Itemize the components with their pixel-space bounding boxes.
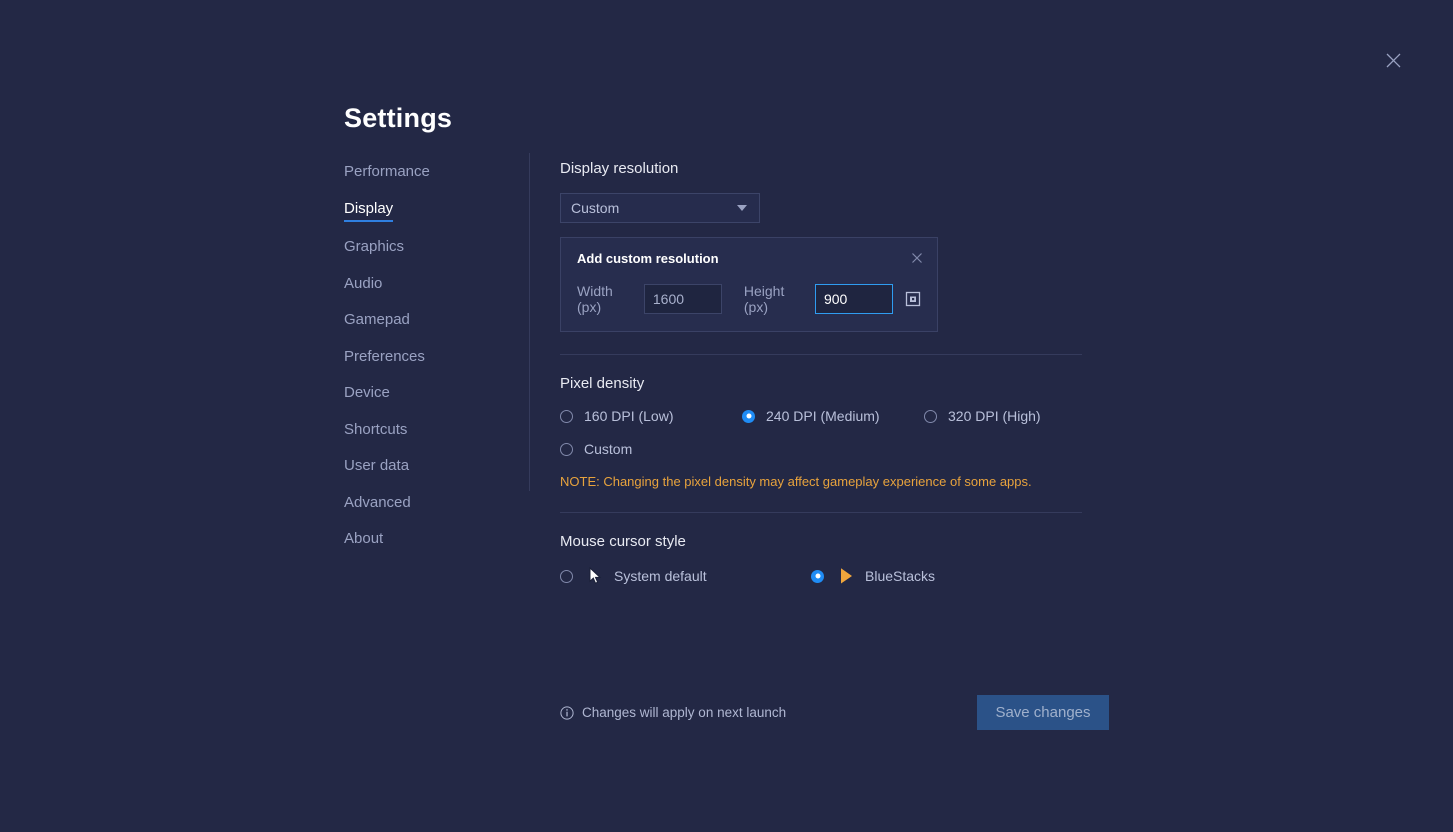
add-custom-resolution-panel: Add custom resolution Width (px) Height …: [560, 237, 938, 332]
sidebar-item-audio[interactable]: Audio: [344, 275, 382, 295]
radio-indicator: [560, 443, 573, 456]
custom-resolution-fields: Width (px) Height (px): [577, 283, 921, 315]
radio-indicator: [811, 570, 824, 583]
settings-footer: Changes will apply on next launch Save c…: [560, 695, 1109, 730]
radio-160-dpi[interactable]: 160 DPI (Low): [560, 408, 742, 424]
radio-240-dpi[interactable]: 240 DPI (Medium): [742, 408, 924, 424]
radio-indicator: [742, 410, 755, 423]
radio-label: 240 DPI (Medium): [766, 408, 880, 424]
footer-note-text: Changes will apply on next launch: [582, 705, 786, 720]
sidebar-item-preferences[interactable]: Preferences: [344, 348, 425, 368]
system-cursor-icon: [584, 566, 606, 586]
mouse-cursor-heading: Mouse cursor style: [560, 533, 1082, 551]
custom-resolution-close-button[interactable]: [909, 250, 925, 266]
radio-label: 320 DPI (High): [948, 408, 1041, 424]
window-close-button[interactable]: [1379, 46, 1407, 74]
sidebar-item-user-data[interactable]: User data: [344, 457, 409, 477]
sidebar-item-display[interactable]: Display: [344, 200, 393, 222]
radio-bluestacks-cursor[interactable]: BlueStacks: [811, 566, 935, 586]
save-resolution-button[interactable]: [905, 290, 921, 308]
width-label: Width (px): [577, 283, 634, 315]
close-icon: [911, 252, 923, 264]
close-icon: [1385, 52, 1402, 69]
save-changes-button[interactable]: Save changes: [977, 695, 1109, 730]
footer-note: Changes will apply on next launch: [560, 705, 786, 720]
radio-320-dpi[interactable]: 320 DPI (High): [924, 408, 1041, 424]
height-label: Height (px): [744, 283, 805, 315]
radio-indicator: [560, 570, 573, 583]
sidebar-item-graphics[interactable]: Graphics: [344, 238, 404, 258]
pixel-density-options-row-1: 160 DPI (Low) 240 DPI (Medium) 320 DPI (…: [560, 408, 1082, 424]
radio-label: System default: [614, 568, 707, 584]
sidebar-item-performance[interactable]: Performance: [344, 163, 430, 183]
pixel-density-options-row-2: Custom: [560, 441, 1082, 457]
sidebar-item-gamepad[interactable]: Gamepad: [344, 311, 410, 331]
mouse-cursor-options: System default BlueStacks: [560, 566, 1082, 586]
pixel-density-heading: Pixel density: [560, 375, 1082, 393]
section-divider-1: [560, 354, 1082, 355]
radio-indicator: [924, 410, 937, 423]
radio-system-cursor[interactable]: System default: [560, 566, 811, 586]
display-resolution-heading: Display resolution: [560, 160, 1082, 178]
save-disk-icon: [905, 291, 921, 307]
width-input[interactable]: [644, 284, 722, 314]
info-icon: [560, 706, 574, 720]
sidebar-item-device[interactable]: Device: [344, 384, 390, 404]
resolution-dropdown-value: Custom: [571, 200, 619, 216]
sidebar-item-advanced[interactable]: Advanced: [344, 494, 411, 514]
resolution-dropdown[interactable]: Custom: [560, 193, 760, 223]
pixel-density-note: NOTE: Changing the pixel density may aff…: [560, 474, 1082, 490]
bluestacks-cursor-icon: [835, 566, 857, 586]
sidebar-item-about[interactable]: About: [344, 530, 383, 550]
sidebar-item-shortcuts[interactable]: Shortcuts: [344, 421, 407, 441]
radio-label: 160 DPI (Low): [584, 408, 673, 424]
custom-resolution-title: Add custom resolution: [577, 251, 921, 267]
sidebar-divider: [529, 153, 530, 491]
radio-label: Custom: [584, 441, 632, 457]
settings-content-panel: Display resolution Custom Add custom res…: [560, 160, 1082, 586]
radio-indicator: [560, 410, 573, 423]
radio-label: BlueStacks: [865, 568, 935, 584]
chevron-down-icon: [737, 205, 747, 211]
section-divider-2: [560, 512, 1082, 513]
page-title: Settings: [344, 103, 452, 134]
radio-custom-dpi[interactable]: Custom: [560, 441, 632, 457]
height-input[interactable]: [815, 284, 893, 314]
settings-sidebar: Performance Display Graphics Audio Gamep…: [344, 163, 524, 567]
